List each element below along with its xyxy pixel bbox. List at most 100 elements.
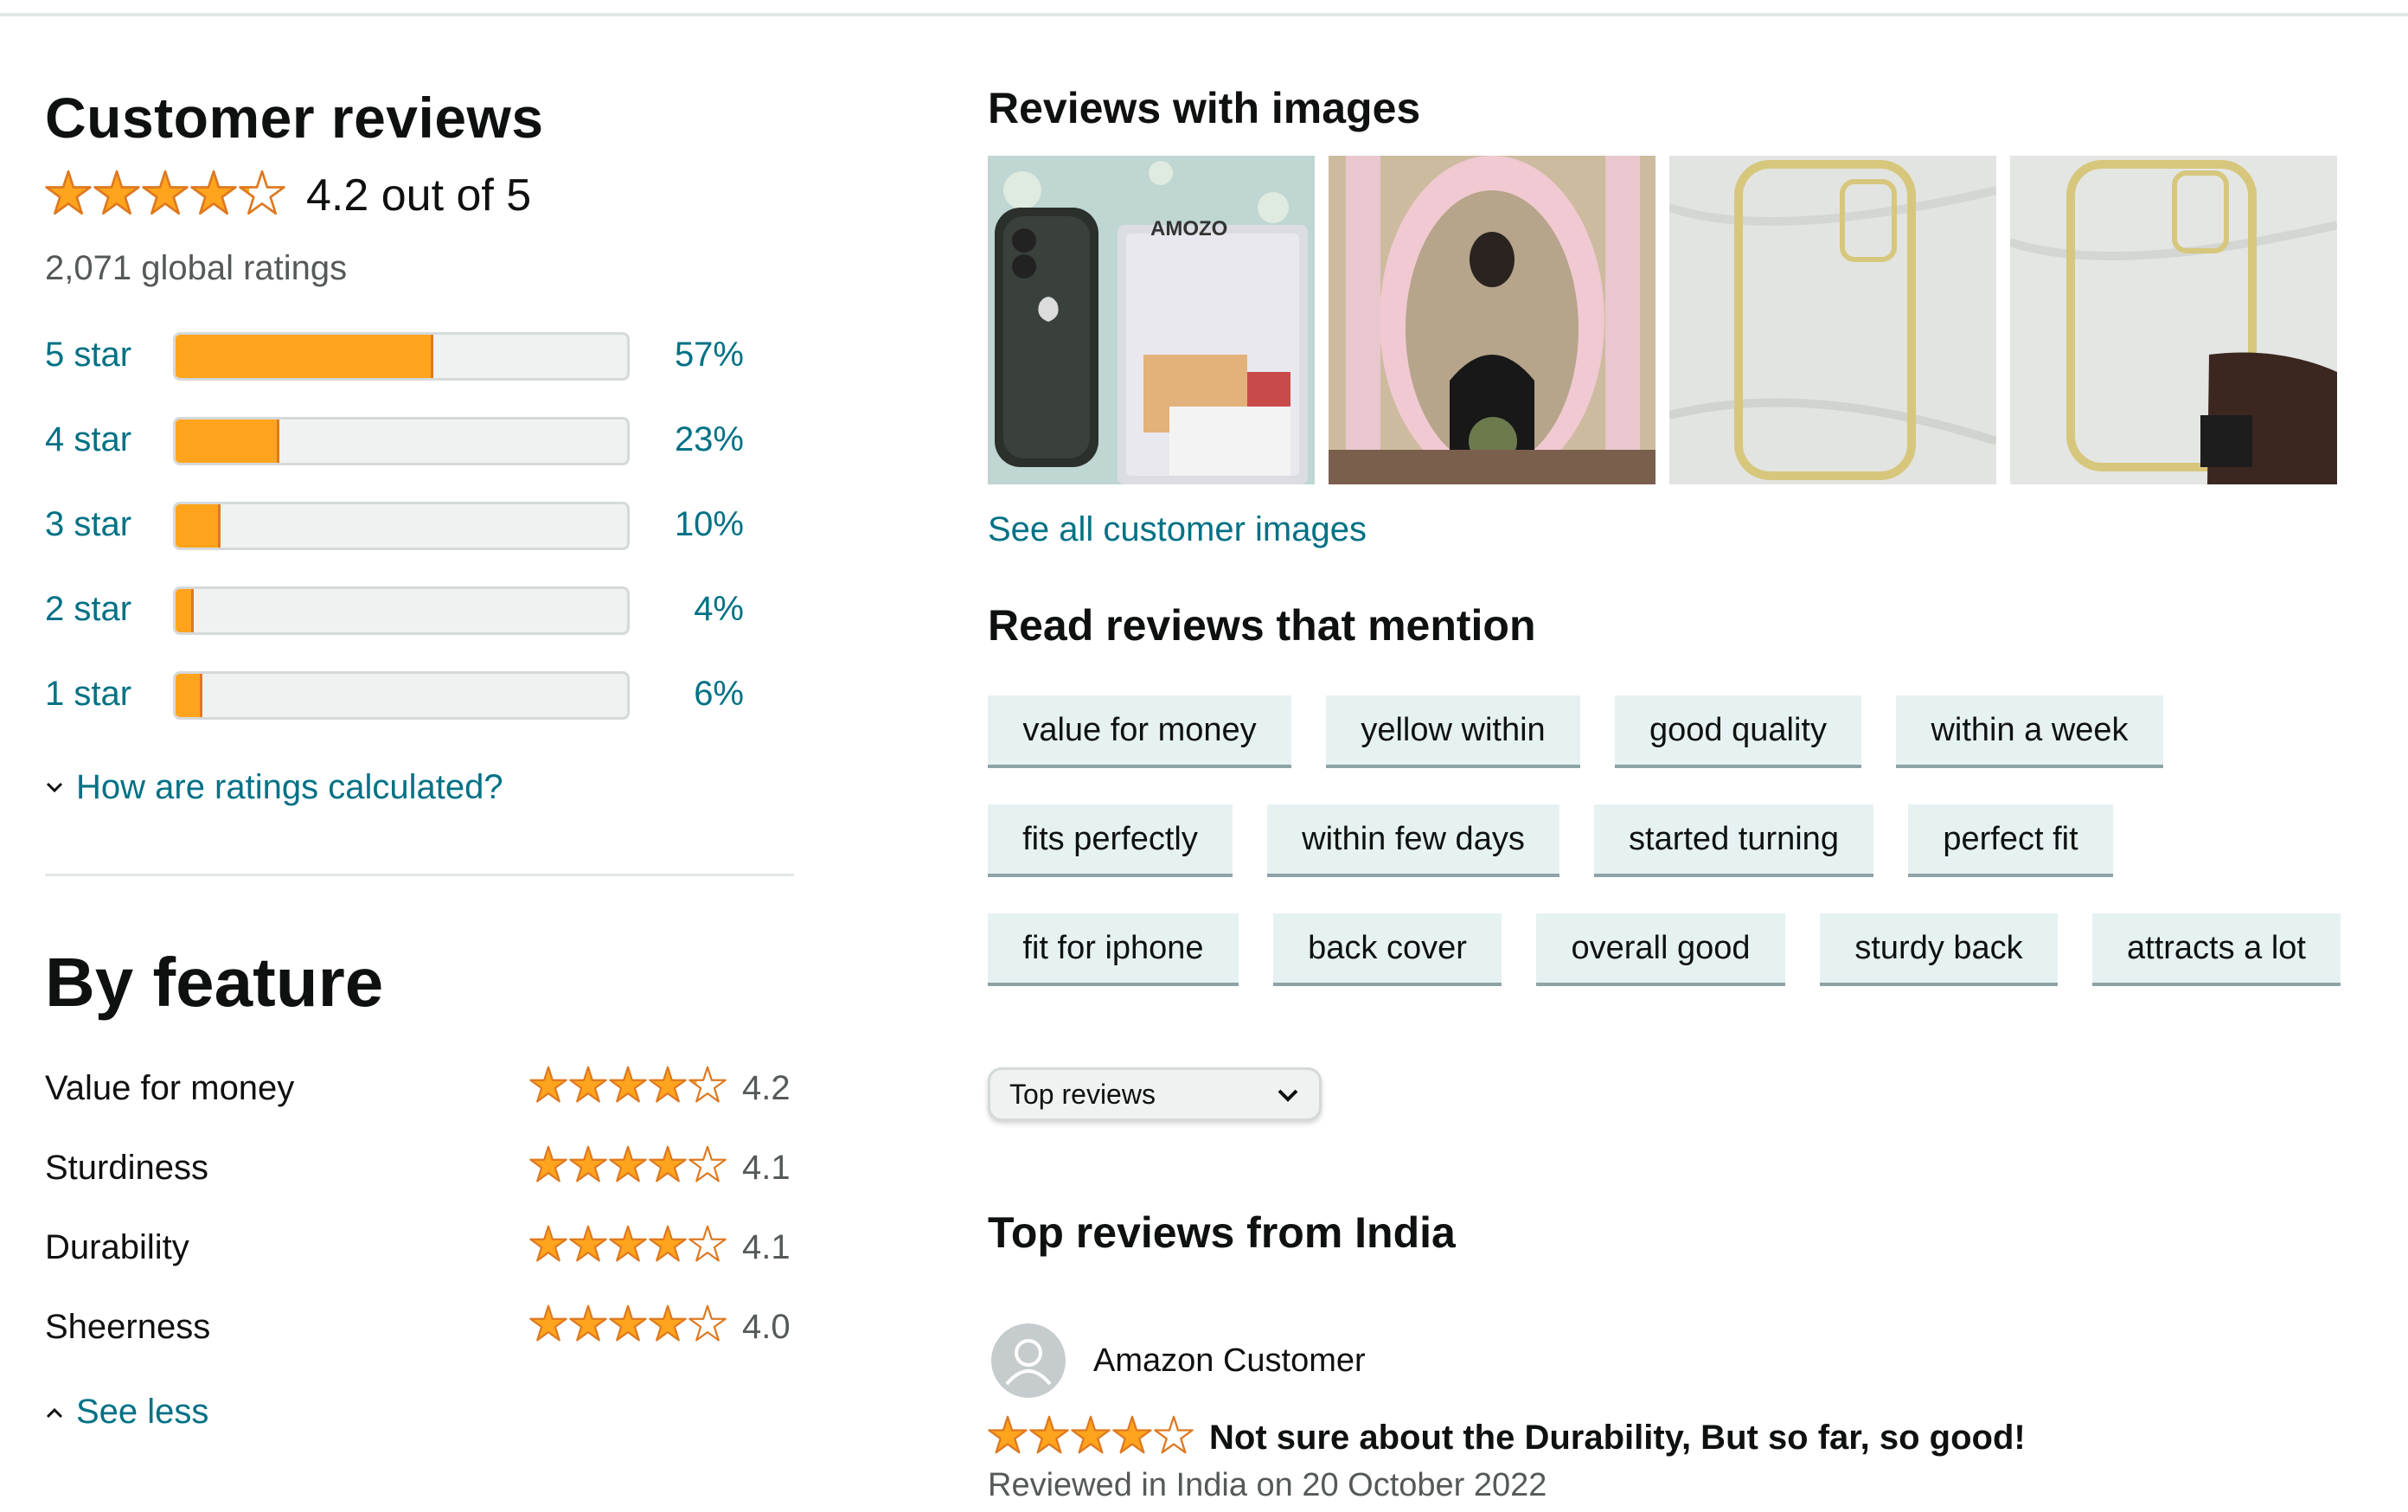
star-full-icon: [649, 1225, 687, 1262]
histogram-percent[interactable]: 57%: [649, 336, 744, 375]
star-full-icon: [1029, 1415, 1069, 1454]
feature-score: 4.1: [742, 1228, 791, 1266]
mention-chip[interactable]: value for money: [988, 695, 1291, 768]
section-divider: [45, 874, 794, 876]
mention-chip[interactable]: perfect fit: [1908, 804, 2113, 877]
feature-rating-stars: [529, 1225, 727, 1263]
review-rating-stars: [988, 1415, 1194, 1455]
how-ratings-calculated-label: How are ratings calculated?: [76, 768, 503, 806]
mention-chip[interactable]: overall good: [1536, 913, 1785, 986]
feature-name: Value for money: [45, 1069, 295, 1107]
mention-chip[interactable]: attracts a lot: [2092, 913, 2341, 986]
mention-chip[interactable]: fit for iphone: [988, 913, 1239, 986]
star-full-icon: [988, 1415, 1028, 1454]
star-full-icon: [529, 1225, 567, 1262]
histogram-percent[interactable]: 10%: [649, 505, 744, 544]
feature-name: Durability: [45, 1228, 189, 1266]
see-less-label: See less: [76, 1393, 209, 1431]
histogram-star-label[interactable]: 4 star: [45, 420, 131, 459]
sort-reviews-dropdown[interactable]: Top reviews: [988, 1067, 1322, 1121]
customer-reviews-heading: Customer reviews: [45, 86, 544, 150]
review-headline[interactable]: Not sure about the Durability, But so fa…: [1209, 1419, 2026, 1458]
star-empty-icon: [1154, 1415, 1194, 1454]
histogram-percent[interactable]: 6%: [649, 675, 744, 714]
star-full-icon: [649, 1304, 687, 1342]
mirror-selfie-image: [1329, 156, 1656, 484]
see-less-link[interactable]: See less: [45, 1393, 208, 1432]
feature-rating-stars: [529, 1066, 727, 1104]
feature-score: 4.2: [742, 1069, 791, 1107]
feature-name: Sturdiness: [45, 1149, 208, 1187]
top-reviews-heading: Top reviews from India: [988, 1208, 1456, 1257]
star-full-icon: [529, 1066, 567, 1103]
mention-chip[interactable]: yellow within: [1326, 695, 1580, 768]
star-full-icon: [569, 1145, 607, 1182]
star-empty-icon: [688, 1304, 727, 1342]
mention-chip[interactable]: sturdy back: [1820, 913, 2058, 986]
histogram-bar-fill: [176, 674, 203, 717]
star-partial-icon: [688, 1145, 727, 1182]
clear-case-in-hand-image: [2010, 156, 2337, 484]
star-partial-icon: [239, 170, 285, 215]
star-full-icon: [1112, 1415, 1152, 1454]
review-image-4[interactable]: [2010, 156, 2337, 484]
see-all-customer-images-link[interactable]: See all customer images: [988, 510, 1367, 549]
feature-name: Sheerness: [45, 1308, 211, 1346]
how-ratings-calculated-link[interactable]: How are ratings calculated?: [45, 768, 503, 807]
global-ratings-count: 2,071 global ratings: [45, 249, 348, 287]
feature-score: 4.1: [742, 1149, 791, 1187]
phone-with-case-packaging-image: AMOZO: [988, 156, 1315, 484]
star-full-icon: [569, 1225, 607, 1262]
review-author[interactable]: Amazon Customer: [1093, 1342, 1366, 1380]
star-full-icon: [1071, 1415, 1111, 1454]
user-avatar-icon: [1005, 1339, 1052, 1386]
star-full-icon: [609, 1304, 647, 1342]
review-image-2[interactable]: [1329, 156, 1656, 484]
mention-chip[interactable]: back cover: [1273, 913, 1502, 986]
star-full-icon: [569, 1066, 607, 1103]
star-full-icon: [649, 1066, 687, 1103]
feature-rating-stars: [529, 1145, 727, 1183]
histogram-bar[interactable]: [173, 332, 630, 381]
histogram-percent[interactable]: 4%: [649, 590, 744, 629]
chevron-up-icon: [46, 1407, 63, 1418]
overall-rating-stars: [45, 170, 285, 216]
sort-selected-value: Top reviews: [1009, 1078, 1156, 1110]
star-full-icon: [609, 1145, 647, 1182]
star-full-icon: [609, 1066, 647, 1103]
star-full-icon: [649, 1145, 687, 1182]
histogram-bar[interactable]: [173, 586, 630, 635]
review-meta: Reviewed in India on 20 October 2022: [988, 1467, 1547, 1503]
feature-score: 4.0: [742, 1308, 791, 1346]
histogram-star-label[interactable]: 5 star: [45, 336, 131, 375]
svg-text:AMOZO: AMOZO: [1150, 217, 1227, 240]
mention-chip[interactable]: started turning: [1594, 804, 1873, 877]
histogram-bar[interactable]: [173, 417, 630, 465]
histogram-bar-fill: [176, 504, 221, 548]
top-divider: [0, 13, 2408, 16]
histogram-star-label[interactable]: 2 star: [45, 590, 131, 629]
histogram-bar[interactable]: [173, 671, 630, 720]
review-image-3[interactable]: [1669, 156, 1996, 484]
avatar: [991, 1323, 1066, 1398]
overall-rating-text: 4.2 out of 5: [306, 170, 532, 221]
star-full-icon: [569, 1304, 607, 1342]
feature-rating-stars: [529, 1304, 727, 1342]
star-full-icon: [93, 170, 140, 215]
star-full-icon: [529, 1145, 567, 1182]
mention-chip[interactable]: within a week: [1896, 695, 2163, 768]
star-full-icon: [609, 1225, 647, 1262]
mention-chip[interactable]: good quality: [1615, 695, 1861, 768]
histogram-bar-fill: [176, 420, 280, 463]
clear-case-on-bed-image: [1669, 156, 1996, 484]
histogram-star-label[interactable]: 1 star: [45, 675, 131, 714]
histogram-bar-fill: [176, 335, 433, 378]
histogram-percent[interactable]: 23%: [649, 420, 744, 459]
read-reviews-mention-heading: Read reviews that mention: [988, 601, 1536, 650]
review-image-1[interactable]: AMOZO: [988, 156, 1315, 484]
mention-chip[interactable]: fits perfectly: [988, 804, 1233, 877]
histogram-star-label[interactable]: 3 star: [45, 505, 131, 544]
mention-chip[interactable]: within few days: [1267, 804, 1559, 877]
star-partial-icon: [688, 1066, 727, 1103]
histogram-bar[interactable]: [173, 502, 630, 550]
